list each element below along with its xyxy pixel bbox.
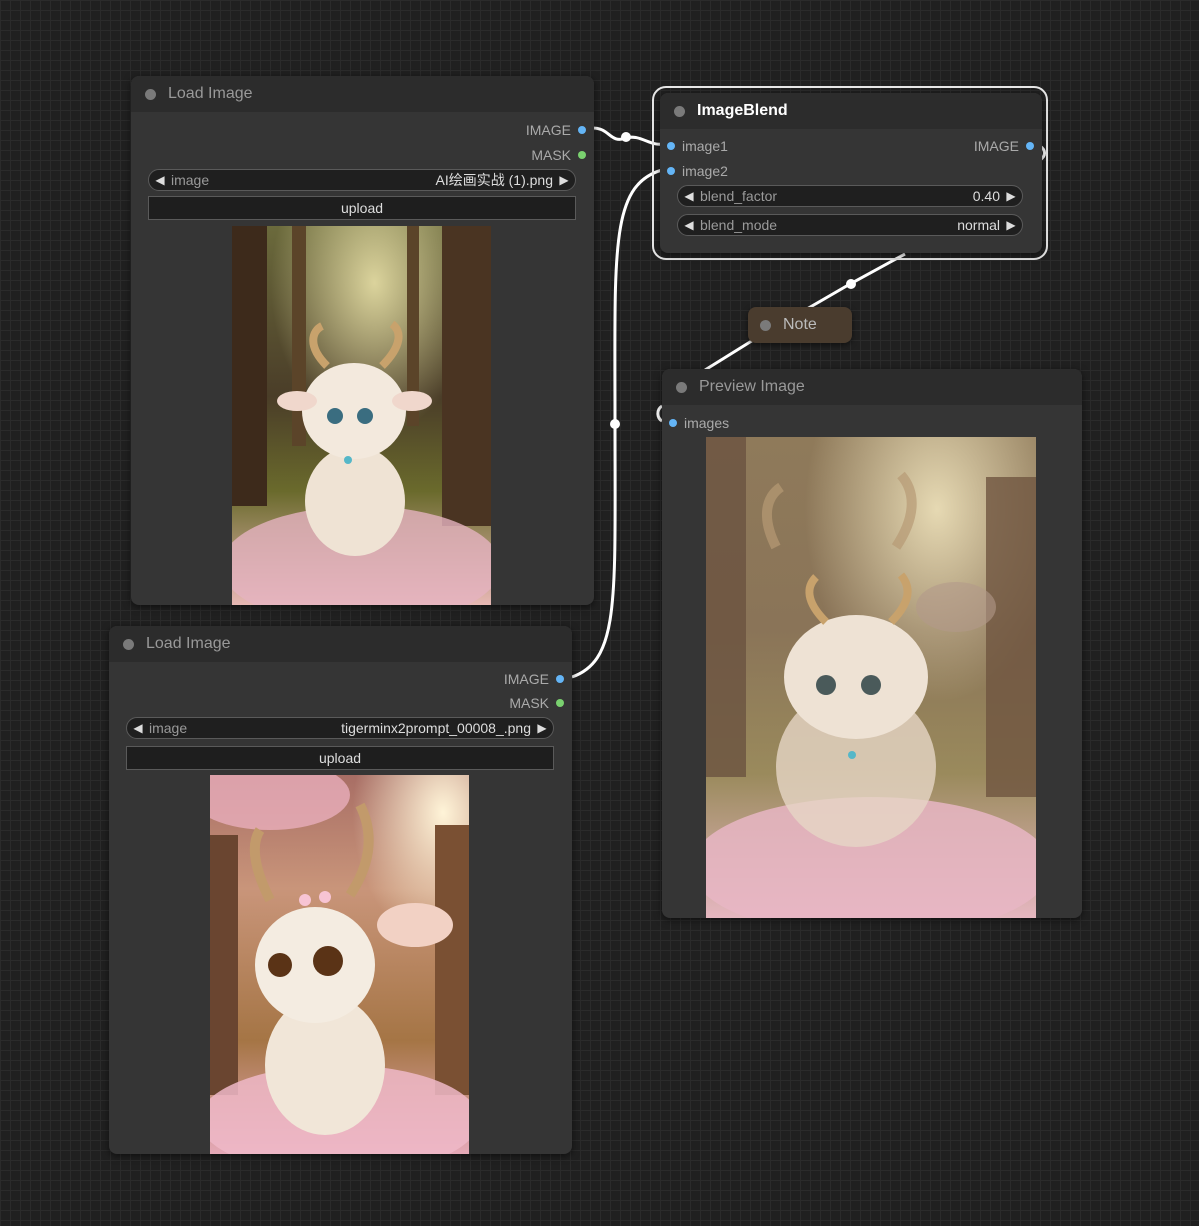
- collapse-dot-icon[interactable]: [676, 381, 687, 393]
- image-combo-widget[interactable]: ◀ image tigerminx2prompt_00008_.png ▶: [126, 717, 554, 739]
- load-image-node-1[interactable]: Load Image IMAGE MASK ◀ image AI绘画实战 (1)…: [131, 76, 594, 605]
- node-title: Note: [783, 316, 817, 333]
- node-title: ImageBlend: [697, 102, 788, 119]
- output-image[interactable]: IMAGE: [974, 136, 1034, 156]
- node-title-bar[interactable]: ImageBlend: [660, 93, 1042, 129]
- left-arrow-icon[interactable]: ◀: [149, 173, 171, 187]
- widget-value: AI绘画实战 (1).png: [435, 172, 553, 188]
- note-node[interactable]: Note: [748, 307, 852, 343]
- image-preview: [706, 437, 1036, 918]
- collapse-dot-icon[interactable]: [674, 105, 685, 117]
- right-arrow-icon[interactable]: ▶: [531, 721, 553, 735]
- socket-image-icon[interactable]: [667, 142, 675, 150]
- widget-value: tigerminx2prompt_00008_.png: [341, 720, 531, 736]
- socket-image-icon[interactable]: [669, 419, 677, 427]
- output-label: MASK: [509, 695, 549, 711]
- node-title-bar[interactable]: Load Image: [109, 626, 572, 662]
- socket-image-icon[interactable]: [578, 126, 586, 134]
- output-image[interactable]: IMAGE: [526, 120, 586, 140]
- socket-mask-icon[interactable]: [556, 699, 564, 707]
- right-arrow-icon[interactable]: ▶: [1000, 218, 1022, 232]
- node-title: Load Image: [146, 635, 231, 652]
- input-images[interactable]: images: [669, 413, 729, 433]
- socket-image-icon[interactable]: [556, 675, 564, 683]
- input-label: image2: [682, 163, 728, 179]
- output-label: IMAGE: [503, 671, 549, 687]
- output-label: IMAGE: [525, 122, 571, 138]
- right-arrow-icon[interactable]: ▶: [553, 173, 575, 187]
- node-title-bar[interactable]: Load Image: [131, 76, 594, 112]
- input-label: images: [684, 415, 730, 431]
- left-arrow-icon[interactable]: ◀: [678, 189, 700, 203]
- widget-value: 0.40: [972, 188, 1000, 204]
- link-midpoint[interactable]: [846, 279, 856, 289]
- collapse-dot-icon[interactable]: [145, 88, 156, 100]
- widget-label: blend_factor: [700, 188, 778, 204]
- blended-image: [706, 437, 1036, 918]
- socket-image-icon[interactable]: [1026, 142, 1034, 150]
- creature-image: [232, 226, 491, 605]
- right-arrow-icon[interactable]: ▶: [1000, 189, 1022, 203]
- output-label: IMAGE: [973, 138, 1019, 154]
- node-title-bar[interactable]: Preview Image: [662, 369, 1082, 405]
- widget-label: image: [171, 172, 210, 188]
- blend-factor-widget[interactable]: ◀ blend_factor 0.40 ▶: [677, 185, 1023, 207]
- input-label: image1: [682, 138, 728, 154]
- creature-image: [210, 775, 469, 1154]
- output-label: MASK: [531, 147, 571, 163]
- upload-button[interactable]: upload: [148, 196, 576, 220]
- collapse-dot-icon[interactable]: [123, 638, 134, 650]
- widget-label: image: [149, 720, 188, 736]
- left-arrow-icon[interactable]: ◀: [678, 218, 700, 232]
- link-midpoint[interactable]: [610, 419, 620, 429]
- image-preview: [210, 775, 469, 1154]
- preview-image-node[interactable]: Preview Image images: [662, 369, 1082, 918]
- image-blend-node[interactable]: ImageBlend image1 image2 IMAGE ◀ blend_f…: [660, 93, 1042, 253]
- link-midpoint[interactable]: [621, 132, 631, 142]
- widget-value: normal: [957, 217, 1000, 233]
- output-mask[interactable]: MASK: [531, 145, 586, 165]
- socket-image-icon[interactable]: [667, 167, 675, 175]
- widget-label: blend_mode: [700, 217, 778, 233]
- image-combo-widget[interactable]: ◀ image AI绘画实战 (1).png ▶: [148, 169, 576, 191]
- node-title: Load Image: [168, 85, 253, 102]
- left-arrow-icon[interactable]: ◀: [127, 721, 149, 735]
- node-title: Preview Image: [699, 378, 805, 395]
- blend-mode-widget[interactable]: ◀ blend_mode normal ▶: [677, 214, 1023, 236]
- socket-mask-icon[interactable]: [578, 151, 586, 159]
- output-mask[interactable]: MASK: [509, 693, 564, 713]
- load-image-node-2[interactable]: Load Image IMAGE MASK ◀ image tigerminx2…: [109, 626, 572, 1154]
- image-preview: [232, 226, 491, 605]
- output-image[interactable]: IMAGE: [504, 669, 564, 689]
- input-image1[interactable]: image1: [667, 136, 728, 156]
- input-image2[interactable]: image2: [667, 161, 728, 181]
- collapse-dot-icon[interactable]: [760, 319, 771, 331]
- upload-button[interactable]: upload: [126, 746, 554, 770]
